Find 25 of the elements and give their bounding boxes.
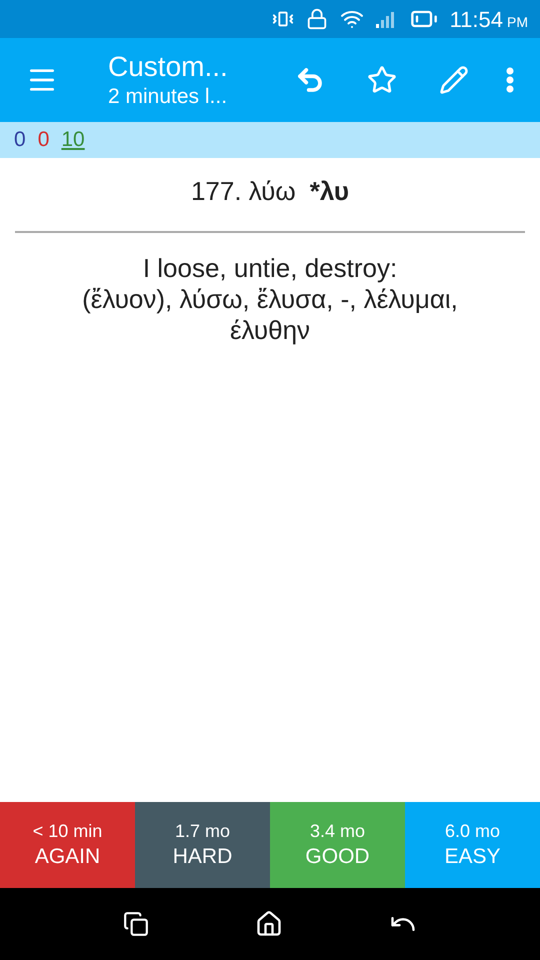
card-answer-line: I loose, untie, destroy: xyxy=(142,253,398,284)
card-answer-line: έλυθην xyxy=(230,315,310,346)
clock-time: 11:54 xyxy=(450,6,503,34)
card-front-word: 177. λύω xyxy=(190,175,296,208)
star-icon xyxy=(367,65,397,95)
pencil-icon xyxy=(439,65,469,95)
home-icon xyxy=(255,910,283,938)
clock-ampm: PM xyxy=(507,12,528,32)
home-button[interactable] xyxy=(255,910,283,938)
card-answer-line: (ἔλυον), λύσω, ἔλυσα, -, λέλυμαι, xyxy=(82,284,458,315)
lock-icon xyxy=(306,8,328,30)
card-count: 10 xyxy=(61,127,85,154)
answer-button[interactable]: 6.0 mo EASY xyxy=(405,802,540,888)
more-icon xyxy=(506,67,514,93)
card-front-root: *λυ xyxy=(310,175,350,208)
recents-icon xyxy=(123,911,149,937)
deck-subtitle: 2 minutes l... xyxy=(108,84,228,110)
recents-button[interactable] xyxy=(123,911,149,937)
answer-button[interactable]: 3.4 mo GOOD xyxy=(270,802,405,888)
card-count: 0 xyxy=(14,127,26,154)
undo-icon xyxy=(295,65,325,95)
card-count: 0 xyxy=(38,127,50,154)
answer-button[interactable]: 1.7 mo HARD xyxy=(135,802,270,888)
answer-button[interactable]: < 10 min AGAIN xyxy=(0,802,135,888)
deck-title: Custom... xyxy=(108,50,229,84)
